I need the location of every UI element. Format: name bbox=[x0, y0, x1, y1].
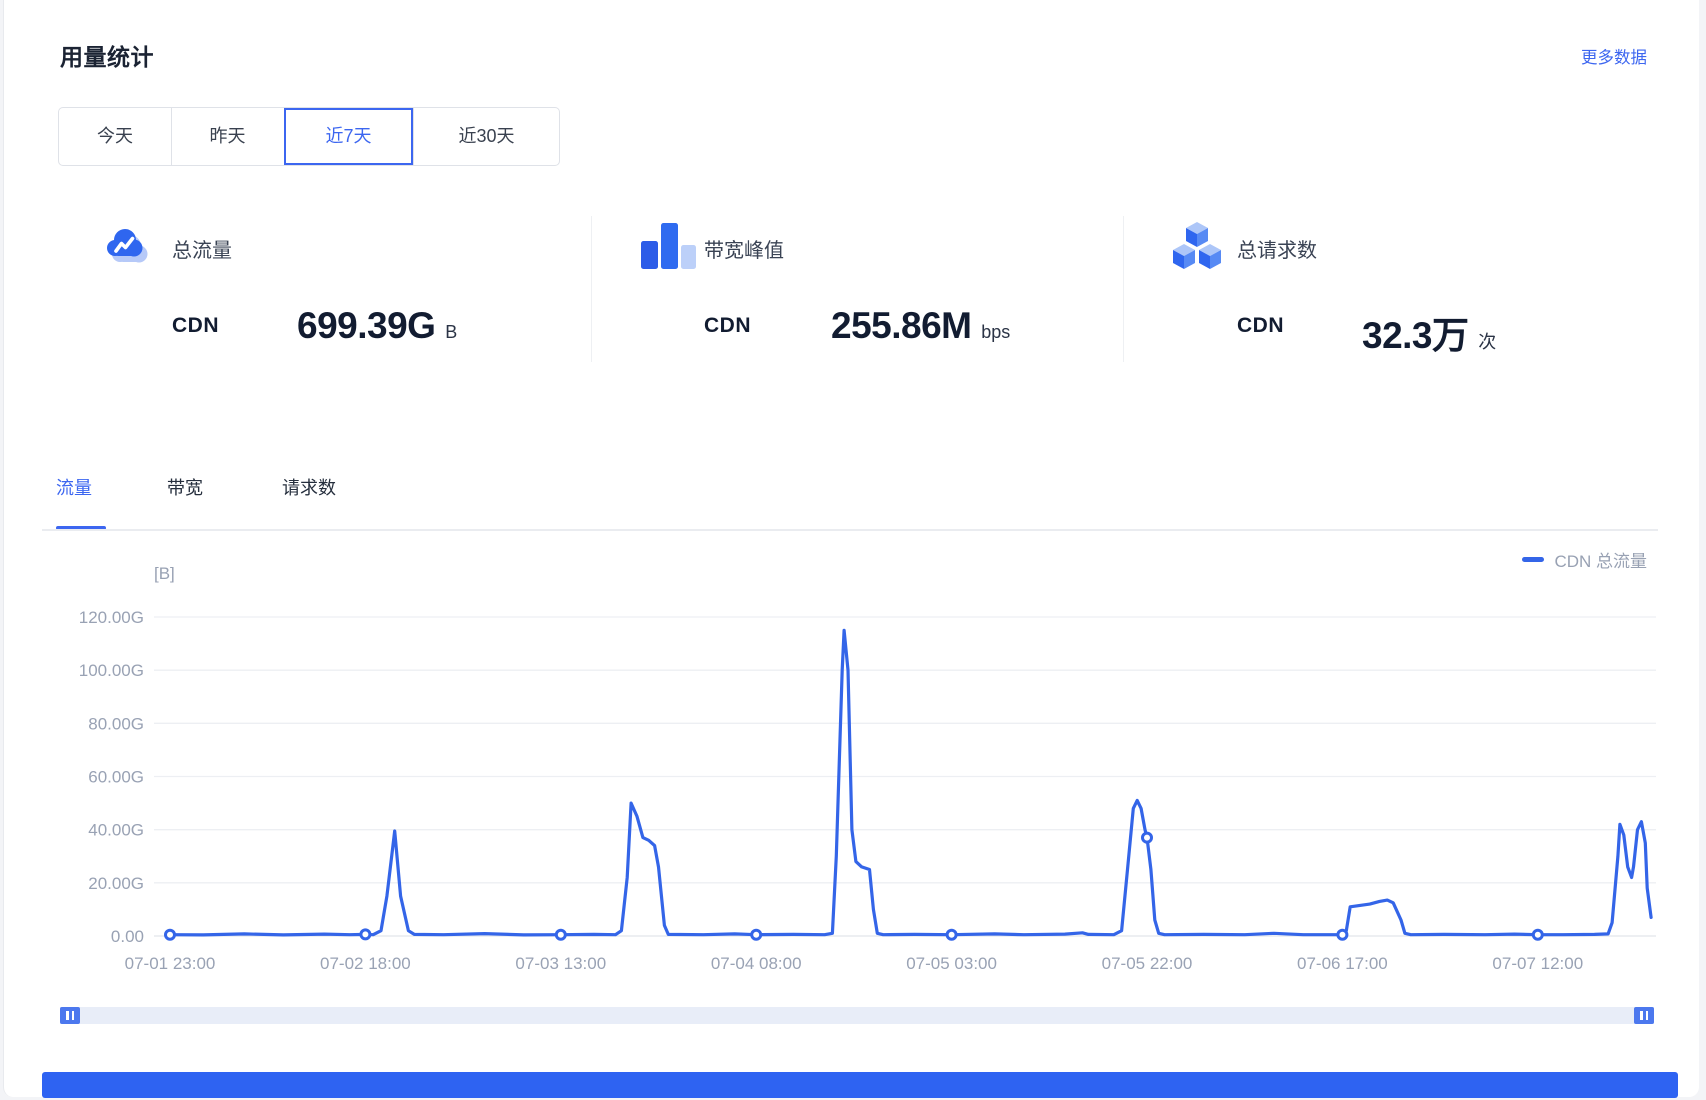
stat-divider bbox=[1123, 216, 1124, 362]
stat-unit: 次 bbox=[1478, 332, 1496, 352]
tabs-divider-line bbox=[42, 529, 1658, 531]
tab-bandwidth[interactable]: 带宽 bbox=[167, 474, 203, 500]
svg-text:07-01 23:00: 07-01 23:00 bbox=[125, 954, 216, 973]
pause-bar-icon bbox=[66, 1011, 69, 1020]
x-scroll-track[interactable] bbox=[60, 1007, 1654, 1024]
x-scroll-right-handle[interactable] bbox=[1634, 1007, 1654, 1024]
stat-label-total-requests: 总请求数 bbox=[1237, 234, 1317, 263]
svg-text:20.00G: 20.00G bbox=[88, 874, 144, 893]
stat-product-cdn: CDN bbox=[1237, 314, 1284, 338]
page-title: 用量统计 bbox=[60, 38, 154, 72]
svg-text:0.00: 0.00 bbox=[111, 927, 144, 946]
stat-number: 699.39G bbox=[297, 305, 435, 346]
range-tab-yesterday[interactable]: 昨天 bbox=[171, 108, 283, 165]
stat-value-total-traffic: 699.39G B bbox=[297, 305, 457, 347]
tab-requests[interactable]: 请求数 bbox=[282, 474, 336, 500]
requests-cubes-icon bbox=[1171, 221, 1223, 271]
svg-text:07-05 22:00: 07-05 22:00 bbox=[1102, 954, 1193, 973]
svg-text:07-03 13:00: 07-03 13:00 bbox=[515, 954, 606, 973]
svg-text:07-06 17:00: 07-06 17:00 bbox=[1297, 954, 1388, 973]
svg-text:07-07 12:00: 07-07 12:00 bbox=[1492, 954, 1583, 973]
stat-value-peak-bandwidth: 255.86M bps bbox=[831, 305, 1010, 347]
usage-line-chart[interactable]: 120.00G 100.00G 80.00G 60.00G 40.00G 20.00G 0.… bbox=[4, 540, 1706, 990]
x-scroll-left-handle[interactable] bbox=[60, 1007, 80, 1024]
svg-text:100.00G: 100.00G bbox=[79, 661, 144, 680]
stat-product-cdn: CDN bbox=[704, 314, 751, 338]
range-tab-today[interactable]: 今天 bbox=[59, 108, 171, 165]
stat-divider bbox=[591, 216, 592, 362]
svg-text:40.00G: 40.00G bbox=[88, 821, 144, 840]
pause-bar-icon bbox=[72, 1011, 75, 1020]
stat-number: 32.3万 bbox=[1362, 315, 1469, 356]
svg-text:07-04 08:00: 07-04 08:00 bbox=[711, 954, 802, 973]
tab-traffic[interactable]: 流量 bbox=[56, 474, 92, 500]
pause-bar-icon bbox=[1640, 1011, 1643, 1020]
stat-unit: B bbox=[445, 322, 457, 342]
range-tab-last-30-days[interactable]: 近30天 bbox=[413, 108, 559, 165]
svg-text:07-05 03:00: 07-05 03:00 bbox=[906, 954, 997, 973]
svg-text:07-02 18:00: 07-02 18:00 bbox=[320, 954, 411, 973]
more-data-link[interactable]: 更多数据 bbox=[1581, 44, 1647, 68]
usage-stats-card: 用量统计 更多数据 今天 昨天 近7天 近30天 总流量 CDN 699.39G… bbox=[3, 0, 1699, 1097]
stat-product-cdn: CDN bbox=[172, 314, 219, 338]
svg-text:120.00G: 120.00G bbox=[79, 608, 144, 627]
footer-blue-bar bbox=[42, 1072, 1678, 1098]
stat-label-total-traffic: 总流量 bbox=[172, 234, 232, 263]
svg-text:60.00G: 60.00G bbox=[88, 768, 144, 787]
range-tab-last-7-days[interactable]: 近7天 bbox=[283, 108, 413, 165]
pause-bar-icon bbox=[1646, 1011, 1649, 1020]
svg-text:80.00G: 80.00G bbox=[88, 714, 144, 733]
stat-unit: bps bbox=[981, 322, 1010, 342]
bandwidth-bars-icon bbox=[641, 223, 697, 269]
time-range-tabs: 今天 昨天 近7天 近30天 bbox=[58, 107, 560, 166]
stat-number: 255.86M bbox=[831, 305, 972, 346]
cloud-traffic-icon bbox=[103, 224, 151, 268]
stat-value-total-requests: 32.3万 次 bbox=[1362, 305, 1496, 359]
stat-label-peak-bandwidth: 带宽峰值 bbox=[704, 234, 784, 263]
